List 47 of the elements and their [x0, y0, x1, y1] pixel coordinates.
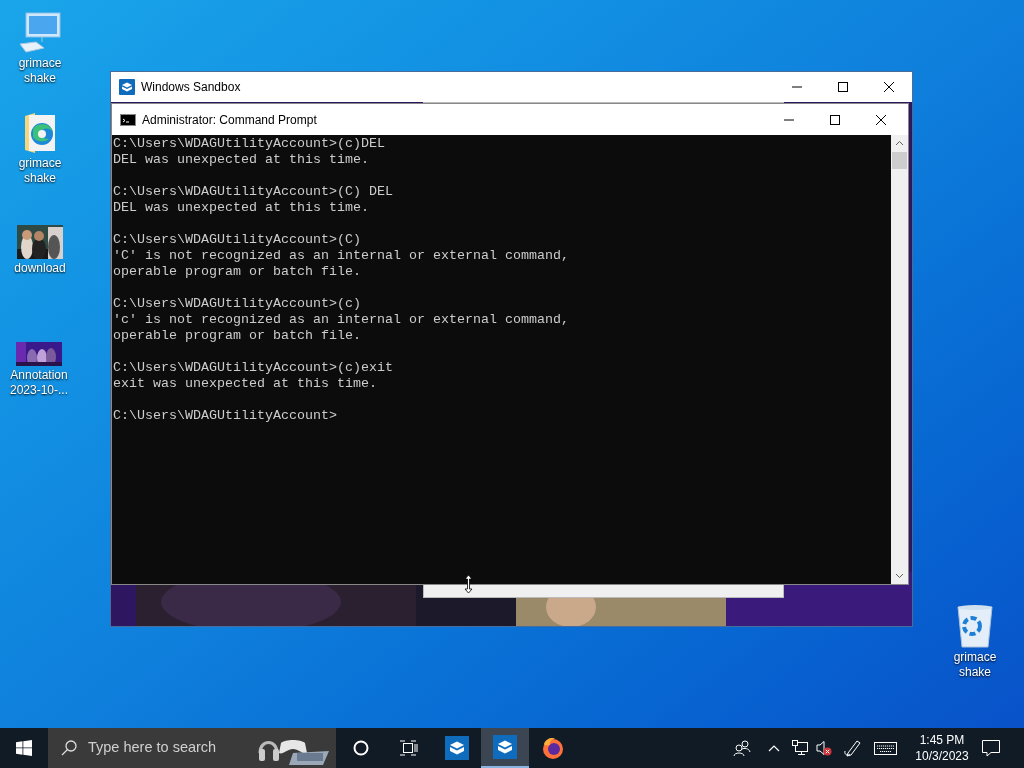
scrollbar[interactable]	[891, 135, 908, 584]
console-icon	[120, 113, 136, 126]
chevron-up-icon[interactable]	[768, 744, 780, 752]
console-line: exit was unexpected at this time.	[113, 376, 377, 392]
console-line: C:\Users\WDAGUtilityAccount>	[113, 408, 337, 424]
close-icon	[876, 114, 886, 125]
people-icon[interactable]	[733, 740, 751, 756]
sandbox-app-icon	[493, 735, 517, 759]
maximize-icon	[830, 114, 840, 125]
maximize-icon	[838, 82, 848, 92]
network-icon[interactable]	[792, 740, 808, 756]
window-title: Administrator: Command Prompt	[142, 111, 317, 129]
notification-icon[interactable]	[982, 739, 1000, 757]
console-line: DEL was unexpected at this time.	[113, 200, 369, 216]
desktop-icon-label[interactable]: Annotation 2023-10-...	[3, 368, 75, 398]
circle-icon	[353, 740, 369, 756]
edge-folder-icon	[23, 112, 57, 154]
window-title: Windows Sandbox	[141, 79, 241, 96]
console-line: C:\Users\WDAGUtilityAccount>(c)DEL	[113, 136, 385, 152]
scrollbar-thumb[interactable]	[892, 152, 907, 169]
desktop-icon-label[interactable]: grimace shake	[948, 650, 1002, 680]
close-icon	[884, 82, 894, 92]
keyboard-icon[interactable]	[874, 741, 897, 755]
search-placeholder: Type here to search	[88, 738, 217, 758]
computer-icon	[18, 12, 62, 54]
console-line: C:\Users\WDAGUtilityAccount>(C)	[113, 232, 361, 248]
clock-date[interactable]: 10/3/2023	[915, 748, 969, 764]
console-line: 'C' is not recognized as an internal or external command,	[113, 248, 569, 264]
sandbox-app-icon	[445, 736, 469, 760]
console-line: operable program or batch file.	[113, 328, 361, 344]
search-box[interactable]: Type here to search	[48, 728, 336, 768]
search-icon	[61, 740, 77, 756]
task-view-icon	[400, 740, 418, 756]
console-line: C:\Users\WDAGUtilityAccount>(C) DEL	[113, 184, 393, 200]
windows-logo-icon	[16, 740, 32, 756]
sandbox-app-button[interactable]	[481, 728, 529, 768]
muted-speaker-icon[interactable]	[816, 740, 832, 756]
console-line: operable program or batch file.	[113, 264, 361, 280]
console-line: C:\Users\WDAGUtilityAccount>(c)	[113, 296, 361, 312]
browser-icon	[541, 736, 565, 760]
pen-icon[interactable]	[844, 739, 862, 757]
recycle-bin-icon	[955, 604, 995, 648]
clock-time[interactable]: 1:45 PM	[919, 732, 965, 748]
console-line: C:\Users\WDAGUtilityAccount>(c)exit	[113, 360, 393, 376]
console-line: 'c' is not recognized as an internal or external command,	[113, 312, 569, 328]
console-line: DEL was unexpected at this time.	[113, 152, 369, 168]
sandbox-app-icon	[119, 79, 135, 95]
